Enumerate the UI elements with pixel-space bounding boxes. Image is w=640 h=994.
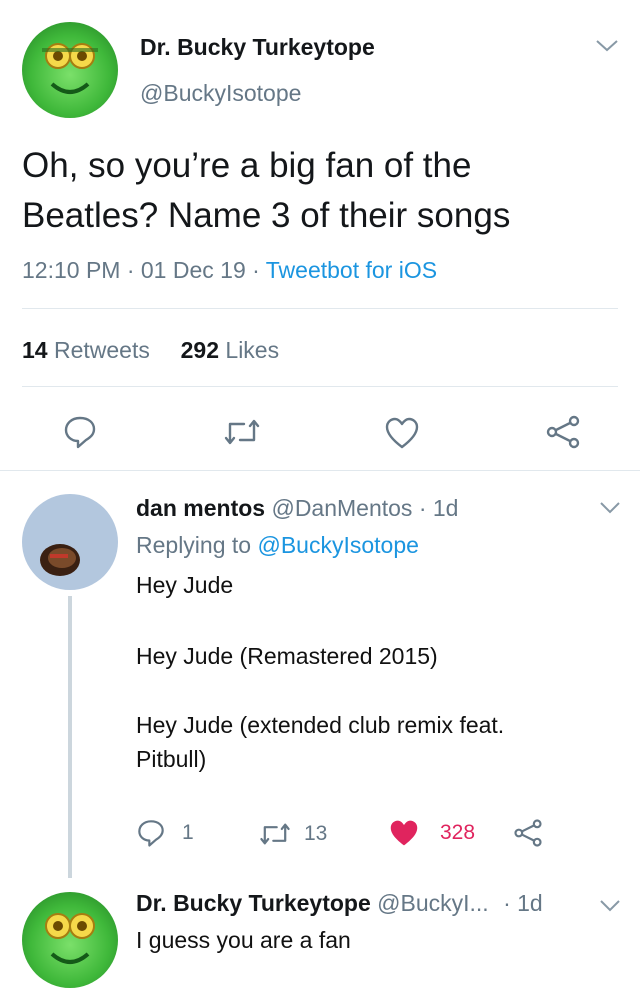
section-divider: [0, 470, 640, 471]
retweet-icon[interactable]: [222, 416, 262, 448]
reply-header: dan mentos @DanMentos · 1d: [136, 495, 458, 522]
reply-avatar[interactable]: [22, 892, 118, 988]
divider: [22, 308, 618, 309]
reply-handle-time[interactable]: @DanMentos · 1d: [271, 495, 458, 521]
reply-handle[interactable]: @BuckyI...: [377, 890, 489, 916]
reply-text-line: Hey Jude (extended club remix feat.: [136, 712, 505, 738]
tweet-source-link[interactable]: Tweetbot for iOS: [266, 257, 437, 283]
author-avatar[interactable]: [22, 22, 118, 118]
author-handle[interactable]: @BuckyIsotope: [140, 80, 301, 107]
chevron-down-icon[interactable]: [594, 38, 620, 54]
reply-count: 1: [182, 821, 194, 844]
likes-stat[interactable]: 292 Likes: [181, 337, 279, 363]
tweet-meta: 12:10 PM · 01 Dec 19 · Tweetbot for iOS: [22, 257, 437, 284]
reply-time[interactable]: · 1d: [503, 890, 543, 916]
avatar-art: [45, 913, 95, 964]
reply-avatar[interactable]: [22, 494, 118, 590]
replying-to: Replying to @BuckyIsotope: [136, 532, 419, 559]
chevron-down-icon[interactable]: [598, 500, 622, 516]
reply-author-name[interactable]: dan mentos: [136, 495, 265, 521]
like-count: 328: [440, 821, 476, 844]
retweets-label: Retweets: [53, 337, 150, 363]
retweet-count: 13: [304, 822, 328, 845]
retweets-stat[interactable]: 14 Retweets: [22, 337, 150, 363]
reply-text-line: Pitbull): [136, 746, 207, 772]
reply-icon: [136, 818, 166, 848]
tweet-timestamp: 12:10 PM · 01 Dec 19 ·: [22, 257, 266, 283]
avatar-art: [40, 544, 80, 576]
chevron-down-icon[interactable]: [598, 898, 622, 914]
reply-header: Dr. Bucky Turkeytope @BuckyI... · 1d: [136, 890, 543, 917]
retweets-count: 14: [22, 337, 48, 363]
tweet-stats: 14 Retweets 292 Likes: [22, 337, 279, 364]
replying-handle-link[interactable]: @BuckyIsotope: [257, 532, 418, 558]
reply-text-line: Hey Jude: [136, 572, 234, 598]
share-icon[interactable]: [544, 414, 582, 450]
reply-text-line: Hey Jude (Remastered 2015): [136, 643, 438, 669]
divider: [22, 386, 618, 387]
avatar-art: [42, 43, 98, 94]
tweet-text-line-1: Oh, so you’re a big fan of the: [22, 146, 472, 185]
author-name[interactable]: Dr. Bucky Turkeytope: [140, 34, 375, 61]
thread-line: [68, 596, 72, 878]
like-icon: [388, 818, 420, 848]
reply-action-reply[interactable]: 1: [136, 818, 194, 848]
reply-author-name[interactable]: Dr. Bucky Turkeytope: [136, 890, 371, 916]
tweet-text-line-2: Beatles? Name 3 of their songs: [22, 196, 511, 235]
likes-label: Likes: [225, 337, 280, 363]
like-icon[interactable]: [384, 416, 420, 450]
replying-prefix: Replying to: [136, 532, 258, 558]
retweet-icon: [258, 820, 292, 848]
reply-text-line: I guess you are a fan: [136, 927, 351, 953]
reply-action-like[interactable]: 328: [388, 818, 475, 848]
reply-action-retweet[interactable]: 13: [258, 820, 327, 848]
share-icon[interactable]: [512, 818, 544, 848]
reply-icon[interactable]: [62, 414, 98, 450]
likes-count: 292: [180, 337, 220, 363]
